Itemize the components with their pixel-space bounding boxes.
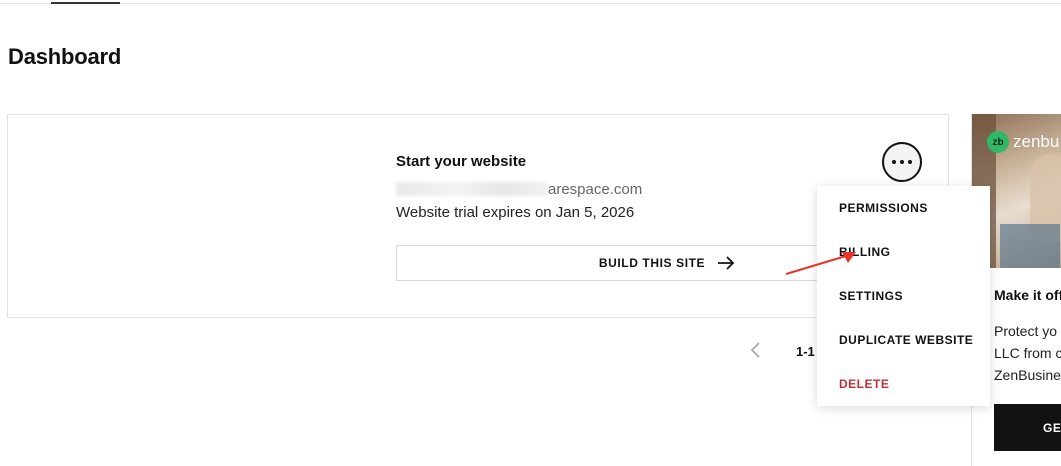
redacted-domain-prefix	[396, 182, 548, 196]
menu-item-delete[interactable]: DELETE	[839, 377, 889, 391]
annotation-arrow-icon	[785, 252, 856, 275]
site-domain: arespace.com	[548, 181, 643, 198]
site-options-menu: PERMISSIONS BILLING SETTINGS DUPLICATE W…	[817, 186, 990, 406]
promo-body-line: LLC from c	[994, 345, 1061, 361]
promo-body-line: ZenBusine	[994, 367, 1061, 383]
promo-body: Protect yo LLC from c ZenBusine	[994, 320, 1061, 386]
zenbusiness-logo: zb	[987, 131, 1009, 153]
page-title: Dashboard	[8, 44, 122, 69]
more-dot	[900, 160, 904, 164]
menu-item-settings[interactable]: SETTINGS	[839, 289, 903, 303]
active-tab-indicator	[51, 2, 120, 4]
trial-expiry-text: Website trial expires on Jan 5, 2026	[396, 204, 635, 221]
promo-image-shape	[1000, 224, 1060, 268]
zenbusiness-wordmark: zenbu	[1013, 132, 1060, 151]
more-horizontal-icon	[892, 160, 896, 164]
promo-body-line: Protect yo	[994, 323, 1058, 339]
promo-headline: Make it off	[994, 287, 1061, 303]
build-button-label: BUILD THIS SITE	[598, 256, 706, 270]
menu-item-duplicate-website[interactable]: DUPLICATE WEBSITE	[839, 333, 973, 347]
arrow-right-icon	[717, 256, 735, 270]
pagination-count: 1-1	[796, 344, 815, 359]
site-name: Start your website	[396, 153, 527, 170]
more-dot	[908, 160, 912, 164]
more-options-button[interactable]	[882, 142, 922, 182]
top-border	[0, 3, 1061, 4]
chevron-left-icon[interactable]	[747, 340, 765, 360]
website-card: Start your website arespace.com Website …	[7, 114, 949, 318]
promo-get-started-button[interactable]: GE	[994, 404, 1061, 451]
menu-item-permissions[interactable]: PERMISSIONS	[839, 201, 928, 215]
